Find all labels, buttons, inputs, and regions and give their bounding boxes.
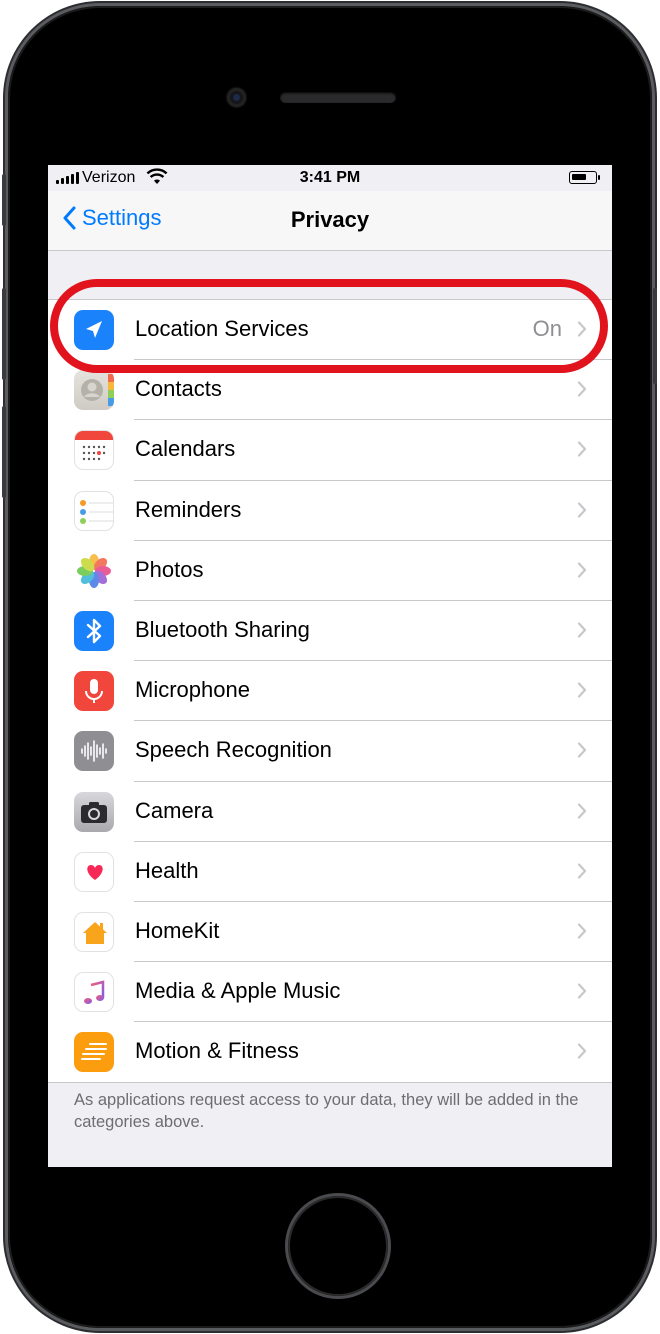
volume-up-button [2, 288, 6, 380]
microphone-icon [74, 671, 114, 712]
row-label: Microphone [135, 677, 250, 703]
row-label: Calendars [135, 436, 236, 462]
row-value: On [532, 316, 562, 341]
row-label: Contacts [135, 376, 222, 402]
power-button [653, 288, 657, 384]
row-microphone[interactable]: Microphone [48, 661, 612, 722]
row-label: Photos [135, 556, 204, 582]
privacy-list: Location Services On Contacts Calendars … [48, 299, 612, 1084]
row-reminders[interactable]: Reminders [48, 481, 612, 541]
chevron-right-icon [577, 983, 587, 999]
row-label: Speech Recognition [135, 737, 332, 763]
home-button[interactable] [288, 1196, 388, 1296]
row-label: Camera [135, 797, 214, 823]
home-icon [74, 911, 114, 952]
bluetooth-icon [74, 610, 114, 651]
screen: Verizon 3:41 PM Settings Privacy Locatio… [48, 165, 612, 1167]
chevron-right-icon [577, 381, 587, 397]
row-label: Location Services [135, 316, 309, 341]
row-location-services[interactable]: Location Services On [48, 300, 612, 361]
row-contacts[interactable]: Contacts [48, 360, 612, 421]
music-note-icon [74, 972, 114, 1013]
chevron-right-icon [577, 742, 587, 758]
photos-icon [74, 550, 114, 591]
chevron-right-icon [577, 501, 587, 518]
row-camera[interactable]: Camera [48, 782, 612, 842]
chevron-right-icon [577, 441, 587, 457]
volume-down-button [2, 406, 6, 498]
heart-icon [74, 851, 114, 892]
calendar-icon [74, 430, 114, 471]
reminders-icon [74, 490, 114, 531]
chevron-right-icon [577, 923, 587, 939]
row-photos[interactable]: Photos [48, 541, 612, 601]
chevron-right-icon [577, 682, 587, 698]
row-health[interactable]: Health [48, 842, 612, 902]
row-label: Motion & Fitness [135, 1038, 299, 1064]
row-media-apple-music[interactable]: Media & Apple Music [48, 962, 612, 1023]
status-time: 3:41 PM [299, 169, 361, 186]
chevron-right-icon [577, 802, 587, 819]
row-label: Bluetooth Sharing [135, 616, 310, 642]
motion-icon [74, 1032, 114, 1073]
chevron-right-icon [577, 863, 587, 879]
camera-icon [74, 791, 114, 832]
front-camera [227, 88, 246, 107]
contacts-icon [74, 370, 114, 411]
row-homekit[interactable]: HomeKit [48, 902, 612, 963]
earpiece-speaker [280, 92, 396, 103]
chevron-right-icon [577, 1043, 587, 1059]
row-speech-recognition[interactable]: Speech Recognition [48, 721, 612, 782]
row-motion-fitness[interactable]: Motion & Fitness [48, 1022, 612, 1082]
footer-note: As applications request access to your d… [74, 1091, 579, 1131]
mute-switch [2, 174, 6, 226]
row-label: HomeKit [135, 917, 220, 943]
row-label: Health [135, 857, 199, 883]
chevron-right-icon [577, 562, 587, 578]
chevron-right-icon [577, 321, 587, 337]
waveform-icon [74, 731, 114, 772]
row-label: Media & Apple Music [135, 978, 341, 1004]
status-bar: Verizon 3:41 PM [48, 165, 612, 191]
navigation-bar: Settings Privacy [48, 191, 612, 251]
page-title: Privacy [290, 207, 370, 232]
row-bluetooth-sharing[interactable]: Bluetooth Sharing [48, 601, 612, 662]
chevron-right-icon [577, 622, 587, 638]
battery-icon [569, 171, 600, 184]
row-label: Reminders [135, 496, 242, 522]
location-arrow-icon [74, 310, 114, 350]
row-calendars[interactable]: Calendars [48, 420, 612, 481]
